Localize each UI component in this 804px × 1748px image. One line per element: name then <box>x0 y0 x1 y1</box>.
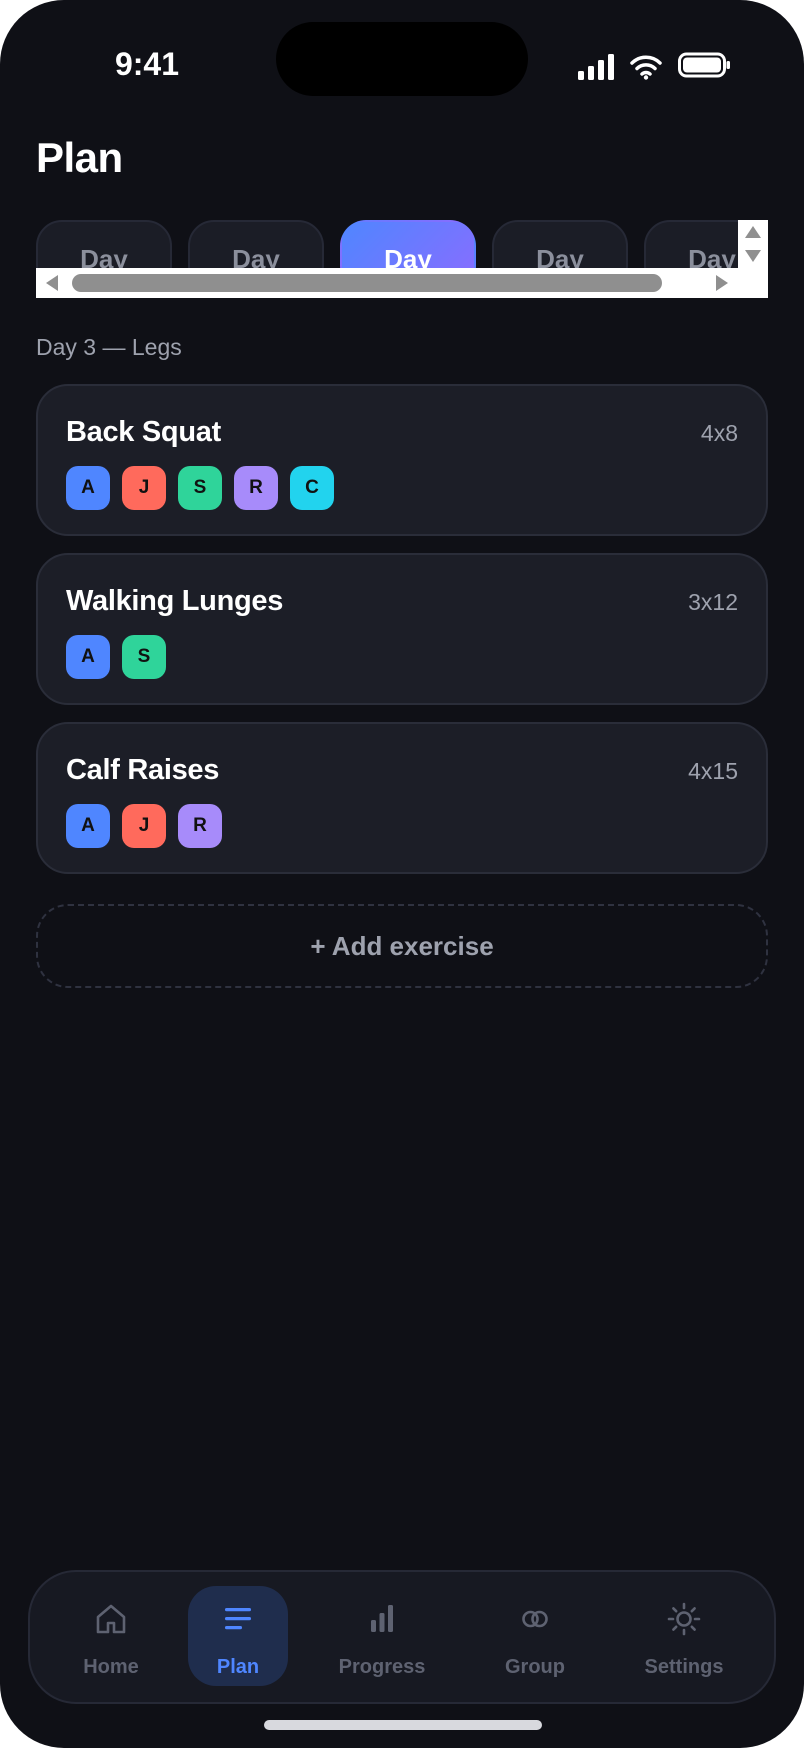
group-icon <box>522 1610 548 1628</box>
tab-label: Group <box>505 1656 565 1678</box>
signal-icon <box>578 54 614 80</box>
scroll-left-icon[interactable] <box>46 275 58 291</box>
page-title: Plan <box>36 134 123 181</box>
exercise-sets: 4x8 <box>700 420 738 446</box>
exercise-card[interactable]: Walking Lunges 3x12 AS <box>36 553 768 705</box>
tab-progress[interactable]: Progress <box>332 1586 432 1686</box>
dynamic-island <box>276 22 528 96</box>
add-exercise-button[interactable]: + Add exercise <box>36 904 768 988</box>
tab-settings[interactable]: Settings <box>634 1586 734 1686</box>
exercise-sets: 4x15 <box>688 758 738 784</box>
exercise-card[interactable]: Back Squat 4x8 AJSRC <box>36 384 768 536</box>
scrollbar-thumb[interactable] <box>72 274 662 292</box>
phone-screen: 9:41 Plan Day Day Day Day Day Day 3 — Le… <box>0 0 804 1748</box>
tab-home[interactable]: Home <box>61 1586 161 1686</box>
member-badges: AJSRC <box>66 466 346 510</box>
home-indicator[interactable] <box>264 1720 542 1730</box>
member-avatar: R <box>234 466 278 510</box>
member-badges: AJR <box>66 804 234 848</box>
scroll-right-icon[interactable] <box>716 275 728 291</box>
exercise-sets: 3x12 <box>688 589 738 615</box>
wifi-icon <box>630 55 662 80</box>
member-avatar: A <box>66 804 110 848</box>
home-icon <box>96 1604 126 1634</box>
tab-plan[interactable]: Plan <box>188 1586 288 1686</box>
bottom-tab-bar: Home Plan Progress Group Settings <box>28 1570 776 1704</box>
member-avatar: J <box>122 466 166 510</box>
member-avatar: S <box>122 635 166 679</box>
member-avatar: J <box>122 804 166 848</box>
member-badges: AS <box>66 635 178 679</box>
tab-group[interactable]: Group <box>485 1586 585 1686</box>
day-tabs-scroller[interactable]: Day Day Day Day Day <box>36 220 768 298</box>
tab-label: Settings <box>644 1656 724 1678</box>
member-avatar: A <box>66 635 110 679</box>
scroll-up-icon[interactable] <box>745 226 761 238</box>
tab-label: Plan <box>216 1656 260 1678</box>
member-avatar: R <box>178 804 222 848</box>
status-bar: 9:41 <box>0 0 804 110</box>
exercise-name: Walking Lunges <box>66 585 284 617</box>
list-icon <box>225 1608 251 1630</box>
exercise-name: Back Squat <box>66 416 221 448</box>
exercise-name: Calf Raises <box>66 754 220 786</box>
battery-icon <box>678 52 730 78</box>
tab-label: Progress <box>338 1656 426 1678</box>
member-avatar: C <box>290 466 334 510</box>
horizontal-scrollbar[interactable] <box>36 268 768 298</box>
bar-chart-icon <box>371 1605 393 1632</box>
exercise-card[interactable]: Calf Raises 4x15 AJR <box>36 722 768 874</box>
status-time: 9:41 <box>114 46 180 82</box>
member-avatar: A <box>66 466 110 510</box>
member-avatar: S <box>178 466 222 510</box>
vertical-scrollbar[interactable] <box>738 220 768 268</box>
day-heading: Day 3 — Legs <box>36 334 182 360</box>
tab-label: Home <box>83 1656 139 1678</box>
scroll-down-icon[interactable] <box>745 250 761 262</box>
gear-icon <box>667 1602 701 1636</box>
